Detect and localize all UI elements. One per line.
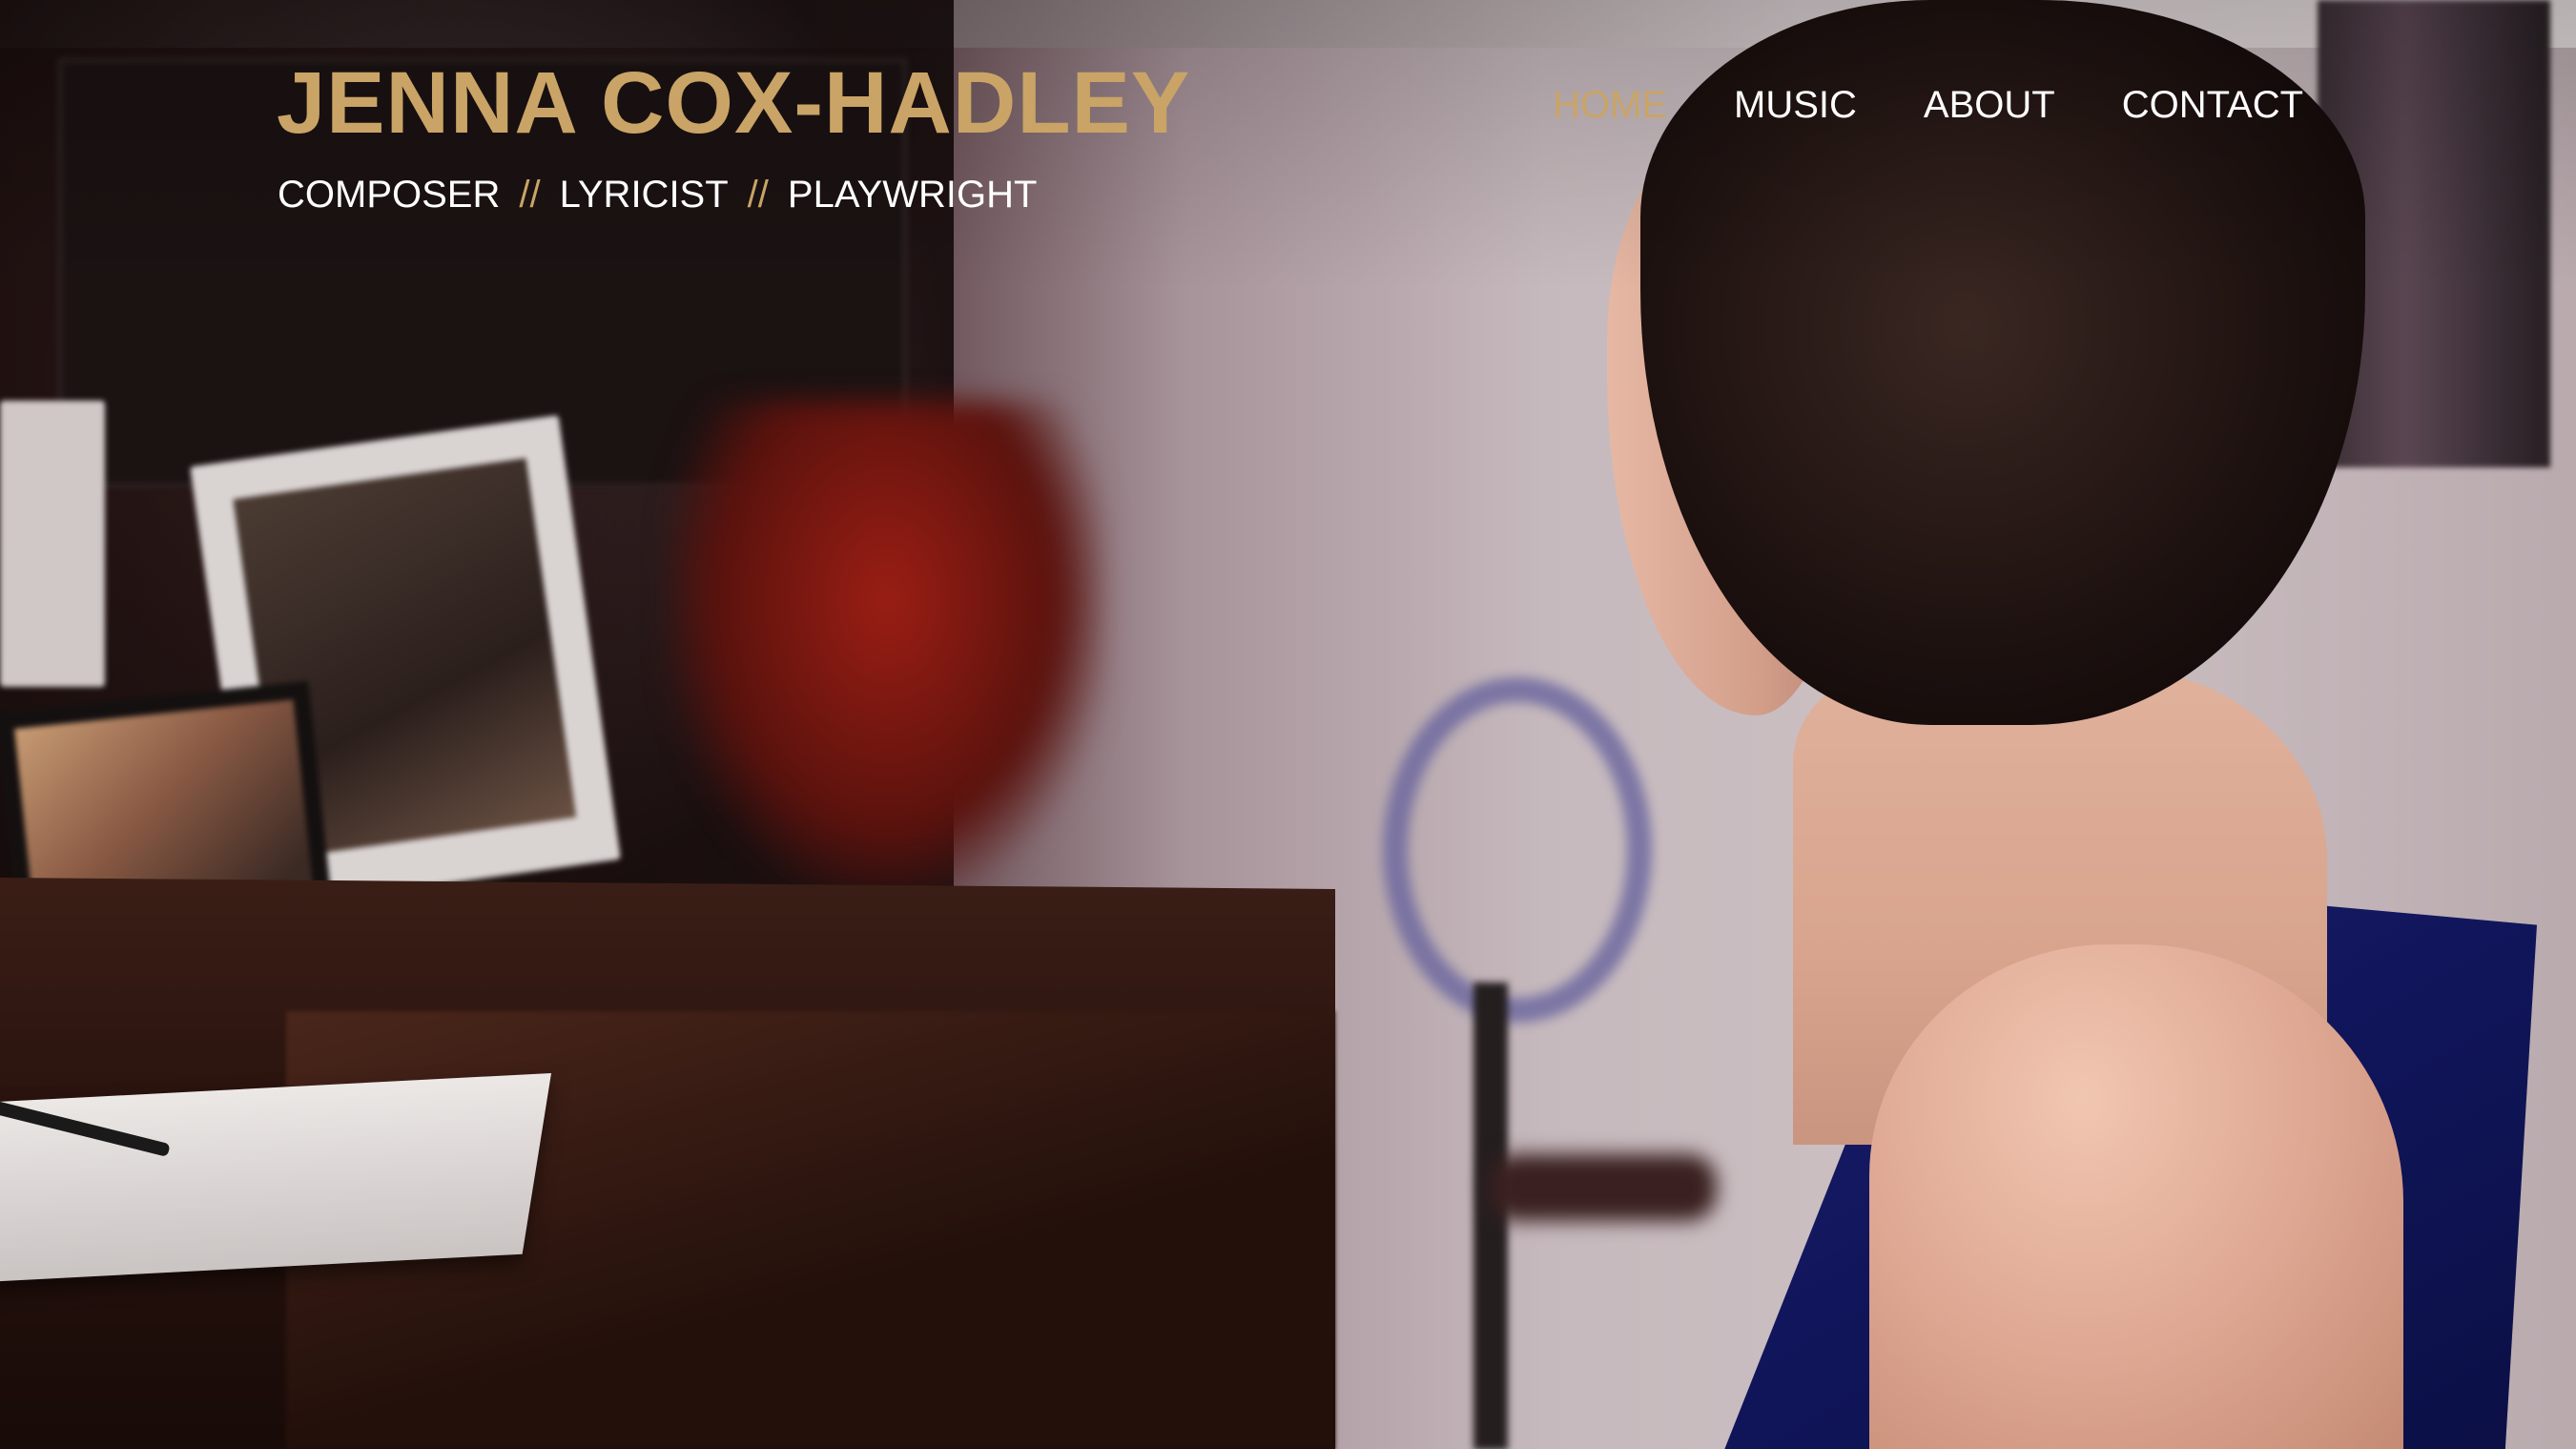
nav-item-home[interactable]: HOME [1553,86,1667,124]
tagline-role-lyricist: LYRICIST [559,174,729,216]
tagline-separator: // [519,174,541,216]
nav-item-music[interactable]: MUSIC [1734,86,1857,124]
main-nav: HOME MUSIC ABOUT CONTACT [1553,86,2303,124]
nav-item-contact[interactable]: CONTACT [2122,86,2303,124]
site-title[interactable]: JENNA COX-HADLEY [277,59,1190,147]
nav-item-about[interactable]: ABOUT [1924,86,2055,124]
site-header: JENNA COX-HADLEY COMPOSER // LYRICIST // PLA… [0,0,2576,248]
tagline-role-composer: COMPOSER [278,174,501,216]
tagline: COMPOSER // LYRICIST // PLAYWRIGHT [278,176,1037,214]
tagline-separator: // [747,174,769,216]
page: JENNA COX-HADLEY COMPOSER // LYRICIST // PLA… [0,0,2576,1449]
tagline-role-playwright: PLAYWRIGHT [787,174,1038,216]
